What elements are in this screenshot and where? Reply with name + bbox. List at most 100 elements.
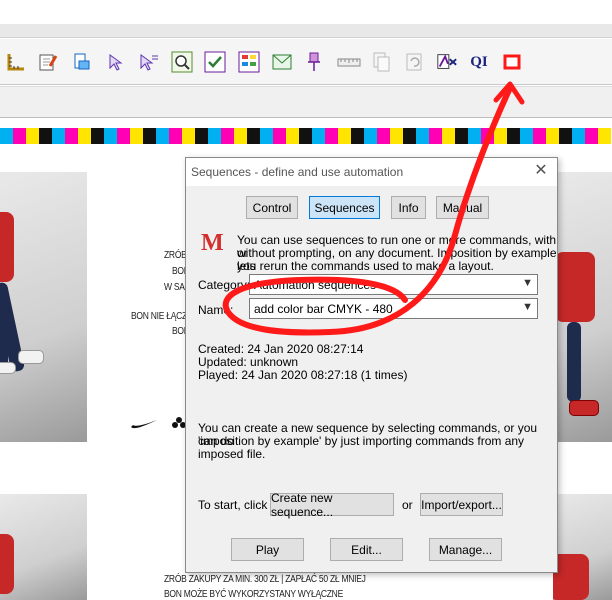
played-text: Played: 24 Jan 2020 08:27:18 (1 times)	[198, 368, 408, 382]
color-swatch	[52, 128, 65, 144]
color-swatch	[208, 128, 221, 144]
color-swatch	[481, 128, 494, 144]
menu-strip	[0, 24, 612, 38]
zoom-page-icon[interactable]	[171, 51, 193, 73]
color-swatch	[26, 128, 39, 144]
doc-text-1: ZRÓB	[164, 250, 187, 261]
check-icon[interactable]	[204, 51, 226, 73]
tab-sequences[interactable]: Sequences	[309, 196, 380, 219]
chevron-down-icon: ▼	[522, 277, 533, 289]
color-swatch	[546, 128, 559, 144]
color-swatch	[169, 128, 182, 144]
cmyk-color-bar	[0, 128, 612, 144]
play-button[interactable]: Play	[231, 538, 304, 561]
copy-icon[interactable]	[370, 51, 392, 73]
color-swatch	[39, 128, 52, 144]
dialog-title: Sequences - define and use automation	[191, 165, 404, 179]
color-swatch	[130, 128, 143, 144]
color-swatch	[507, 128, 520, 144]
nike-swoosh-icon	[131, 420, 157, 429]
color-swatch	[520, 128, 533, 144]
nike-logo	[130, 418, 158, 433]
print-setup-icon[interactable]	[70, 51, 92, 73]
color-swatch	[286, 128, 299, 144]
automation-icon[interactable]	[501, 51, 523, 73]
m-logo-icon: M	[201, 230, 224, 256]
screen: QI ZRÓB BON W SA BON NIE ŁĄCZY BON ZRÓB …	[0, 0, 612, 600]
intro-line-3: you rerun the commands used to make a la…	[237, 259, 494, 273]
tab-control[interactable]: Control	[246, 196, 298, 219]
name-select[interactable]: add color bar CMYK - 480 ▼	[249, 298, 538, 319]
import-export-button[interactable]: Import/export...	[420, 493, 503, 516]
category-value: Automation sequences	[254, 278, 377, 292]
qi-icon[interactable]: QI	[467, 51, 491, 73]
color-swatch	[221, 128, 234, 144]
doc-text-3: W SA	[164, 282, 185, 293]
window-top-strip	[0, 0, 612, 24]
color-swatch	[572, 128, 585, 144]
color-swatch	[468, 128, 481, 144]
ruler-icon[interactable]	[5, 51, 27, 73]
color-swatch	[234, 128, 247, 144]
color-swatch	[104, 128, 117, 144]
create-new-sequence-button[interactable]: Create new sequence...	[270, 491, 394, 519]
doc-bottom-line-2: BON MOŻE BYĆ WYKORZYSTANY WYŁĄCZNE	[164, 589, 343, 600]
adidas-trefoil-icon	[172, 417, 186, 428]
help-line-2: 'imposition by example' by just importin…	[198, 434, 525, 461]
product-photo-left-bottom	[0, 494, 87, 600]
color-swatch	[338, 128, 351, 144]
color-swatch	[351, 128, 364, 144]
color-swatch	[364, 128, 377, 144]
color-swatch	[117, 128, 130, 144]
pointer-select-icon[interactable]	[138, 51, 160, 73]
color-swatch	[247, 128, 260, 144]
color-swatch	[403, 128, 416, 144]
category-label: Category:	[198, 278, 251, 292]
color-swatch	[455, 128, 468, 144]
color-swatch	[156, 128, 169, 144]
color-swatch	[260, 128, 273, 144]
name-value: add color bar CMYK - 480	[254, 302, 393, 316]
color-swatch	[416, 128, 429, 144]
color-swatch	[585, 128, 598, 144]
tab-manual[interactable]: Manual	[436, 196, 489, 219]
color-swatch	[13, 128, 26, 144]
color-swatch	[65, 128, 78, 144]
color-swatch	[312, 128, 325, 144]
or-label: or	[402, 498, 413, 512]
color-swatch	[273, 128, 286, 144]
close-icon[interactable]: ✕	[533, 162, 549, 180]
start-label: To start, click	[198, 498, 268, 512]
color-swatch	[195, 128, 208, 144]
qi-label: QI	[470, 53, 488, 70]
tab-info[interactable]: Info	[391, 196, 426, 219]
pin-icon[interactable]	[303, 51, 325, 73]
product-photo-right-top	[553, 172, 612, 442]
rotate-icon[interactable]	[403, 51, 425, 73]
color-swatch	[91, 128, 104, 144]
scale-icon[interactable]	[336, 51, 362, 73]
color-swatch	[377, 128, 390, 144]
toolbar: QI	[0, 39, 612, 85]
sequences-dialog: Sequences - define and use automation ✕ …	[185, 157, 558, 573]
edit-note-icon[interactable]	[37, 51, 59, 73]
manage-button[interactable]: Manage...	[429, 538, 502, 561]
dialog-titlebar[interactable]: Sequences - define and use automation ✕	[186, 158, 557, 186]
color-swatch	[494, 128, 507, 144]
color-swatch	[442, 128, 455, 144]
envelope-icon[interactable]	[271, 51, 293, 73]
color-swatch	[533, 128, 546, 144]
edit-button[interactable]: Edit...	[330, 538, 403, 561]
color-swatch	[325, 128, 338, 144]
color-swatch	[182, 128, 195, 144]
color-swatch	[299, 128, 312, 144]
pointer-icon[interactable]	[104, 51, 126, 73]
doc-bottom-line-1: ZRÓB ZAKUPY ZA MIN. 300 ZŁ | ZAPŁAĆ 50 Z…	[164, 574, 366, 585]
name-label: Name:	[198, 303, 234, 317]
color-swatch	[429, 128, 442, 144]
product-photo-left-top	[0, 172, 87, 442]
layout-icon[interactable]	[238, 51, 260, 73]
imposition-icon[interactable]	[436, 51, 458, 73]
category-select[interactable]: Automation sequences ▼	[249, 274, 538, 295]
color-swatch	[390, 128, 403, 144]
